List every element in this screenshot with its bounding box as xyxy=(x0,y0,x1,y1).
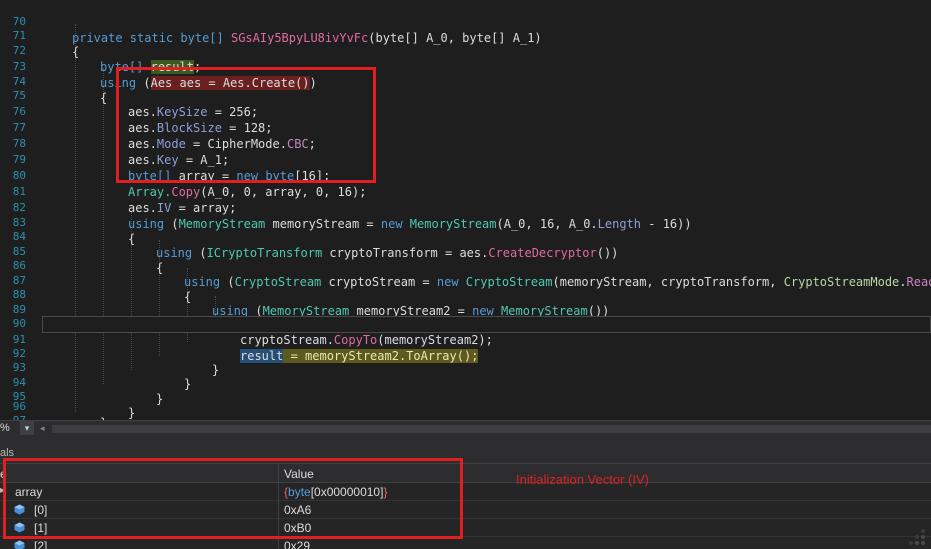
code-line: 88 using (MemoryStream memoryStream2 = n… xyxy=(0,271,931,318)
editor-status-bar: % ▾ ◂ xyxy=(0,420,931,436)
horizontal-scrollbar[interactable] xyxy=(52,425,931,433)
panel-splitter[interactable] xyxy=(0,436,931,444)
zoom-dropdown-button[interactable]: ▾ xyxy=(20,421,34,435)
code-line: 82 using (MemoryStream memoryStream = ne… xyxy=(0,184,931,231)
variable-name: [2] xyxy=(34,539,48,549)
code-line: 84 using (ICryptoTransform cryptoTransfo… xyxy=(0,213,931,260)
highlight-box-iv-values xyxy=(3,458,463,539)
zoom-level[interactable]: % xyxy=(0,422,10,434)
code-line: 90 cryptoStream.CopyTo(memoryStream2); xyxy=(0,300,931,347)
code-line: 97 return result; xyxy=(0,397,931,420)
code-line: 72 byte[] result; xyxy=(0,27,931,74)
code-line: 93 } xyxy=(0,344,931,391)
code-line: 86 using (CryptoStream cryptoStream = ne… xyxy=(0,242,931,289)
highlight-box-aes-config xyxy=(116,67,376,183)
code-line: 71 { xyxy=(0,12,931,59)
field-cube-icon xyxy=(14,540,25,549)
scroll-left-icon[interactable]: ◂ xyxy=(40,423,45,434)
annotation-label: Initialization Vector (IV) xyxy=(516,472,649,487)
variable-value: 0x29 xyxy=(284,539,311,549)
line-number: 97 xyxy=(0,413,26,420)
code-editor[interactable]: 70 private static byte[] SGsAIy5BpyLU8iv… xyxy=(0,0,931,420)
code-line: 73 using (Aes aes = Aes.Create()) xyxy=(0,43,931,90)
resize-grip-icon[interactable] xyxy=(905,525,927,547)
